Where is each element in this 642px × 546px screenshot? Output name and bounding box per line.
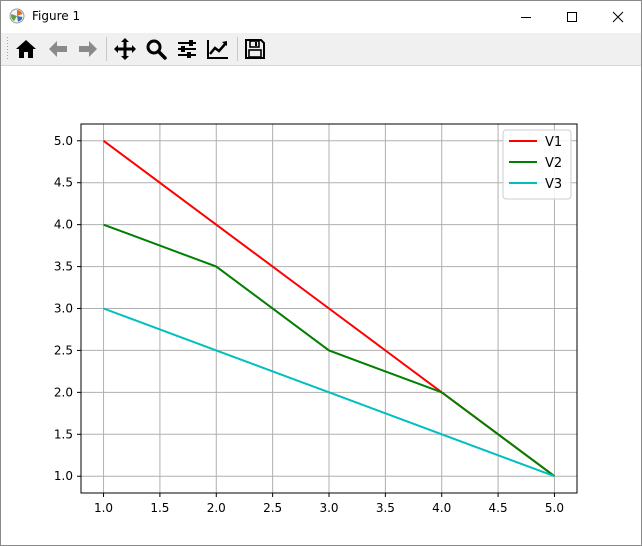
close-icon: [612, 11, 624, 22]
legend-label: V1: [545, 135, 562, 150]
y-tick-label: 2.0: [54, 385, 73, 399]
save-button[interactable]: [241, 35, 269, 63]
x-tick-label: 1.5: [150, 501, 169, 515]
arrow-right-icon: [79, 41, 97, 57]
x-tick-label: 2.0: [207, 501, 226, 515]
x-tick-label: 4.5: [489, 501, 508, 515]
x-tick-label: 1.0: [94, 501, 113, 515]
x-tick-label: 4.0: [432, 501, 451, 515]
window-title: Figure 1: [32, 9, 81, 23]
pan-button[interactable]: [111, 35, 139, 63]
maximize-icon: [567, 11, 577, 22]
line-chart[interactable]: 1.0 1.5 2.0 2.5 3.0 3.5 4.0 4.5 5.0 1.0 1.5 2.0 2.5 3…: [1, 66, 641, 545]
close-button[interactable]: [595, 1, 641, 32]
sliders-icon: [178, 40, 196, 58]
legend-label: V2: [545, 156, 562, 171]
figure-canvas[interactable]: 1.0 1.5 2.0 2.5 3.0 3.5 4.0 4.5 5.0 1.0 1.5 2.0 2.5 3…: [1, 66, 641, 545]
title-bar[interactable]: Figure 1: [1, 1, 641, 32]
y-tick-label: 2.5: [54, 343, 73, 357]
home-icon: [16, 40, 36, 58]
minimize-button[interactable]: [503, 1, 549, 32]
edit-axis-button[interactable]: [204, 35, 232, 63]
maximize-button[interactable]: [549, 1, 595, 32]
y-tick-label: 3.0: [54, 302, 73, 316]
matplotlib-icon: [9, 8, 25, 24]
axis-ticks: 1.0 1.5 2.0 2.5 3.0 3.5 4.0 4.5 5.0 1.0 1.5 2.0 2.5 3…: [54, 134, 564, 515]
y-tick-label: 4.0: [54, 218, 73, 232]
x-tick-label: 2.5: [263, 501, 282, 515]
x-tick-label: 3.0: [319, 501, 338, 515]
y-tick-label: 1.5: [54, 427, 73, 441]
toolbar-separator: [237, 37, 238, 61]
floppy-disk-icon: [245, 39, 265, 59]
y-tick-label: 5.0: [54, 134, 73, 148]
y-tick-label: 1.0: [54, 469, 73, 483]
arrow-left-icon: [49, 41, 67, 57]
zoom-button[interactable]: [142, 35, 170, 63]
line-chart-icon: [207, 40, 228, 59]
magnifier-icon: [146, 39, 167, 60]
home-button[interactable]: [12, 35, 40, 63]
minimize-icon: [521, 16, 531, 18]
navigation-toolbar: [1, 33, 641, 66]
x-tick-label: 3.5: [376, 501, 395, 515]
toolbar-grip: [7, 37, 8, 59]
y-tick-label: 3.5: [54, 260, 73, 274]
toolbar-separator: [106, 37, 107, 61]
configure-subplots-button[interactable]: [173, 35, 201, 63]
figure-window: Figure 1 1.0 1.5 2.0 2.5 3.0 3.5 4.0 4.5…: [0, 0, 642, 546]
forward-button[interactable]: [74, 35, 102, 63]
back-button[interactable]: [44, 35, 72, 63]
legend: V1 V2 V3: [502, 129, 572, 200]
move-icon: [114, 38, 136, 60]
x-tick-label: 5.0: [545, 501, 564, 515]
legend-label: V3: [545, 177, 562, 192]
y-tick-label: 4.5: [54, 176, 73, 190]
